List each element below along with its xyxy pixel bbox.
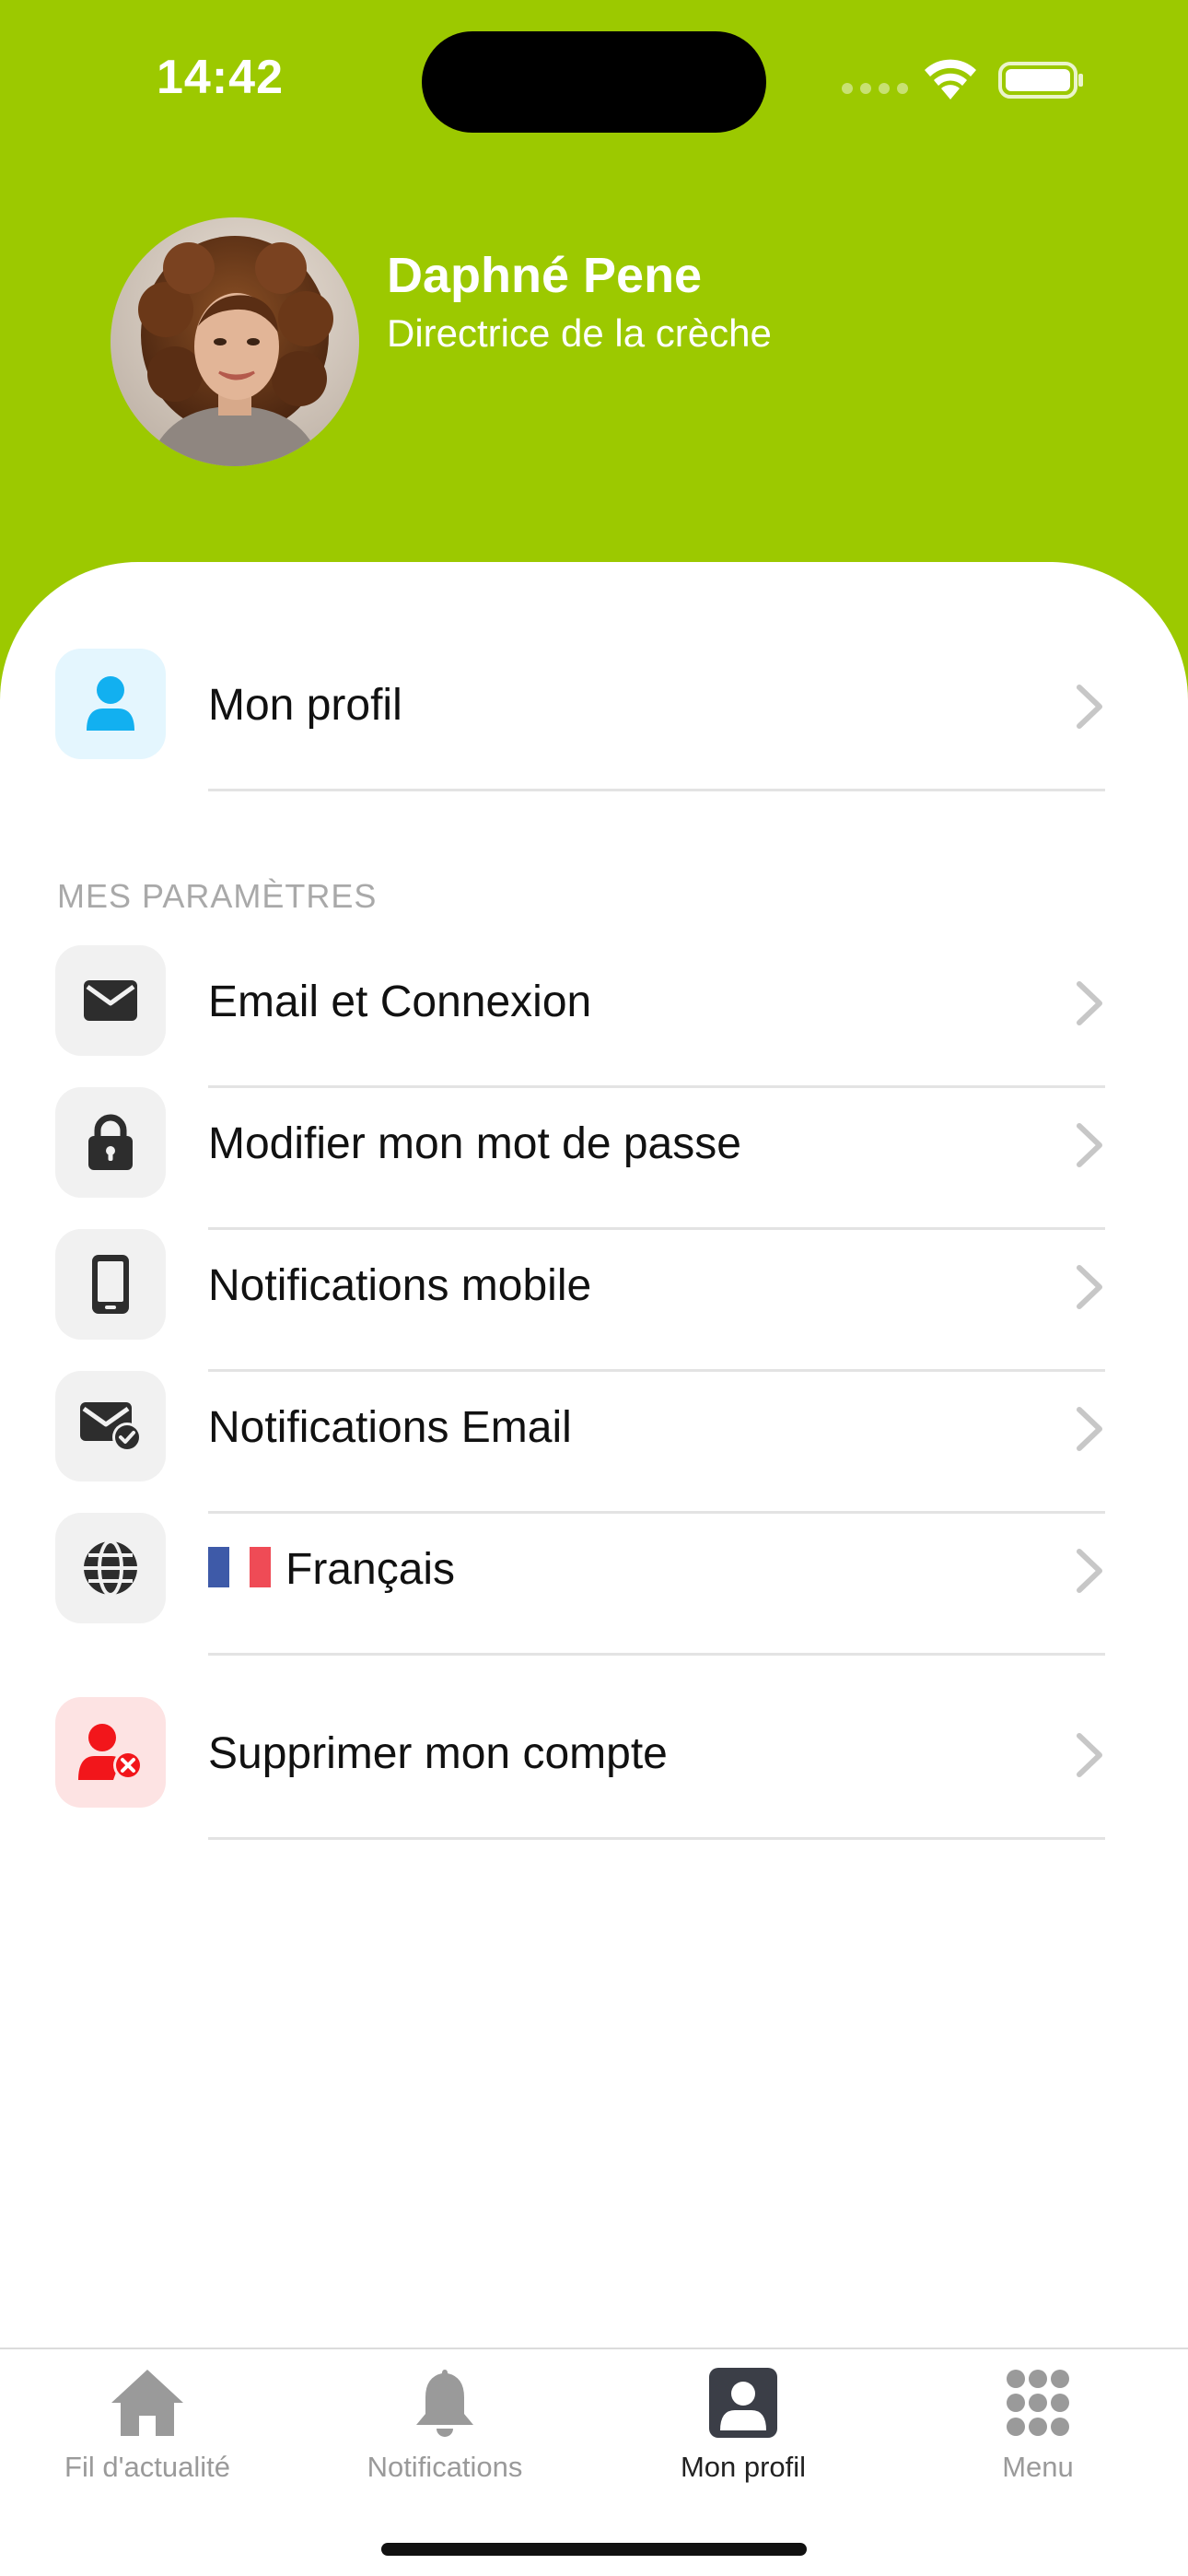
- user-delete-icon: [78, 1724, 143, 1780]
- wifi-icon: [925, 59, 976, 100]
- status-bar: 14:42: [0, 0, 1188, 147]
- email-login-label: Email et Connexion: [208, 978, 592, 1026]
- chevron-right-icon: [1077, 1123, 1102, 1167]
- envelope-check-icon: [80, 1402, 142, 1452]
- bell-icon: [416, 2370, 473, 2437]
- tab-my-profile[interactable]: Mon profil: [605, 2366, 881, 2504]
- delete-account-icon-box: [55, 1697, 166, 1808]
- settings-item-mobile-notifications[interactable]: Notifications mobile: [0, 1229, 1188, 1372]
- language-label: Français: [208, 1544, 455, 1595]
- dynamic-island: [422, 31, 766, 133]
- chevron-right-icon: [1077, 981, 1102, 1025]
- settings-item-language[interactable]: Français: [0, 1513, 1188, 1656]
- tab-bar: Fil d'actualité Notifications Mon profil…: [0, 2348, 1188, 2576]
- row-divider: [208, 1837, 1105, 1840]
- row-divider: [208, 1653, 1105, 1656]
- tab-menu-label: Menu: [1002, 2451, 1074, 2483]
- tab-menu[interactable]: Menu: [900, 2366, 1176, 2504]
- section-title: MES PARAMÈTRES: [57, 877, 378, 915]
- globe-icon: [84, 1540, 137, 1597]
- language-name: Français: [285, 1545, 456, 1594]
- grid-dots-icon: [1007, 2370, 1069, 2436]
- home-icon: [111, 2370, 183, 2436]
- delete-account-row[interactable]: Supprimer mon compte: [0, 1697, 1188, 1840]
- user-name: Daphné Pene: [387, 248, 703, 303]
- profile-card-icon: [709, 2368, 777, 2438]
- my-profile-row[interactable]: Mon profil: [0, 649, 1188, 791]
- mobile-phone-icon: [92, 1255, 129, 1314]
- battery-icon: [998, 62, 1083, 99]
- envelope-icon: [84, 980, 137, 1021]
- chevron-right-icon: [1077, 1549, 1102, 1593]
- tab-news-feed-label: Fil d'actualité: [64, 2451, 230, 2483]
- my-profile-icon-box: [55, 649, 166, 759]
- lock-icon: [88, 1114, 133, 1170]
- delete-account-label: Supprimer mon compte: [208, 1729, 668, 1778]
- status-time: 14:42: [157, 51, 284, 104]
- mobile-notifications-label: Notifications mobile: [208, 1261, 592, 1310]
- tab-news-feed[interactable]: Fil d'actualité: [9, 2366, 285, 2504]
- row-divider: [208, 789, 1105, 791]
- change-password-label: Modifier mon mot de passe: [208, 1119, 741, 1168]
- france-flag-icon: [208, 1547, 272, 1587]
- my-profile-label: Mon profil: [208, 681, 402, 730]
- cellular-signal-icon: [842, 83, 908, 94]
- chevron-right-icon: [1077, 1407, 1102, 1451]
- avatar-photo: [111, 217, 359, 466]
- settings-item-change-password[interactable]: Modifier mon mot de passe: [0, 1087, 1188, 1230]
- email-notifications-icon-box: [55, 1371, 166, 1481]
- settings-item-email-notifications[interactable]: Notifications Email: [0, 1371, 1188, 1514]
- tab-my-profile-label: Mon profil: [680, 2451, 807, 2483]
- tab-notifications-label: Notifications: [367, 2451, 523, 2483]
- home-indicator[interactable]: [381, 2543, 807, 2556]
- chevron-right-icon: [1077, 685, 1102, 729]
- user-icon: [87, 676, 134, 731]
- tab-notifications[interactable]: Notifications: [307, 2366, 583, 2504]
- mobile-notifications-icon-box: [55, 1229, 166, 1340]
- language-icon-box: [55, 1513, 166, 1623]
- avatar[interactable]: [111, 217, 359, 466]
- chevron-right-icon: [1077, 1265, 1102, 1309]
- email-notifications-label: Notifications Email: [208, 1403, 572, 1452]
- chevron-right-icon: [1077, 1733, 1102, 1777]
- user-role: Directrice de la crèche: [387, 311, 772, 355]
- settings-item-email-login[interactable]: Email et Connexion: [0, 945, 1188, 1088]
- email-login-icon-box: [55, 945, 166, 1056]
- change-password-icon-box: [55, 1087, 166, 1198]
